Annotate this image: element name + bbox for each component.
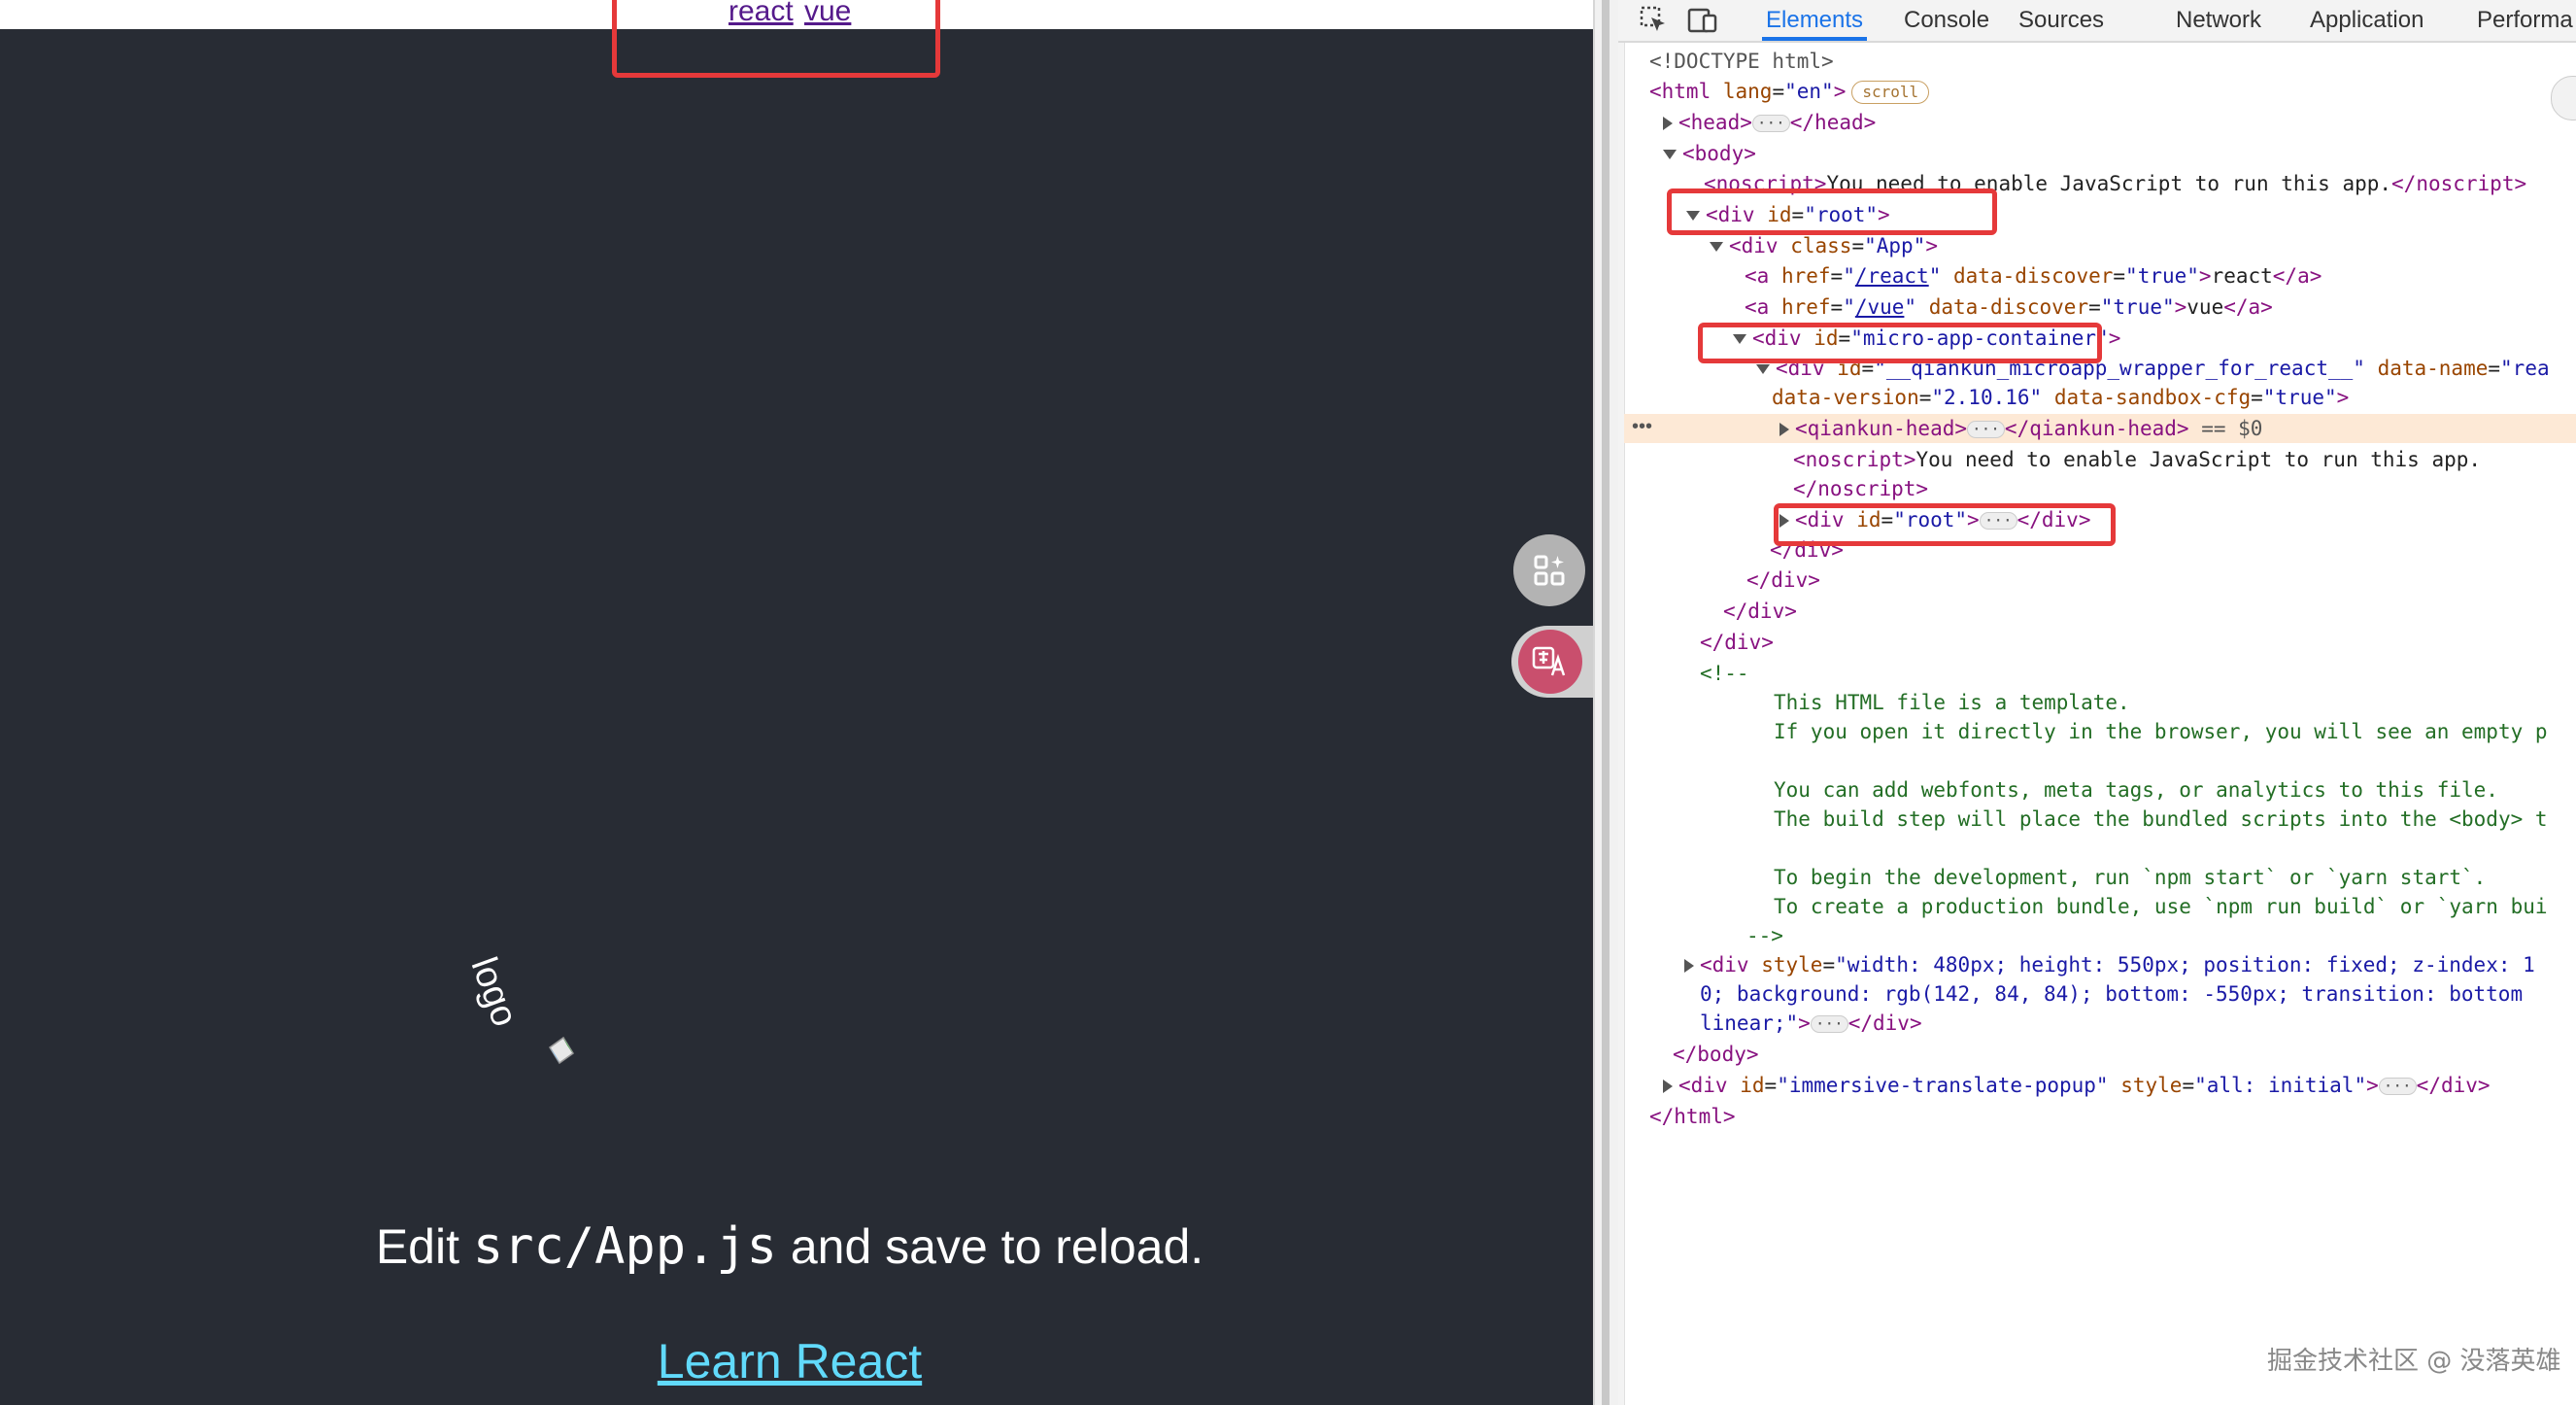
tree-line-body[interactable]: <body>: [1663, 139, 1756, 168]
tree-line-body-close[interactable]: </body>: [1673, 1040, 1759, 1069]
translate-icon: [1532, 646, 1566, 676]
tree-line-html-close[interactable]: </html>: [1649, 1102, 1736, 1131]
tree-line-fixed-div[interactable]: <div style="width: 480px; height: 550px;…: [1684, 950, 2535, 979]
comment-line: To create a production bundle, use `npm …: [1774, 895, 2548, 918]
tab-application[interactable]: Application: [2306, 0, 2427, 41]
comment-line: To begin the development, run `npm start…: [1774, 866, 2487, 889]
noscript-text-inner: You need to enable JavaScript to run thi…: [1915, 448, 2482, 471]
devtools-splitter[interactable]: [1593, 0, 1618, 1405]
tree-line-close-div-2[interactable]: </div>: [1746, 565, 1820, 595]
comment-line: The build step will place the bundled sc…: [1774, 807, 2548, 831]
tree-line-translate-popup[interactable]: <div id="immersive-translate-popup" styl…: [1663, 1071, 2491, 1100]
elements-gutter: [1618, 43, 1625, 1405]
apps-icon: [1534, 555, 1565, 586]
tree-line-fixed-div-end[interactable]: linear;"> ··· </div>: [1700, 1009, 1922, 1038]
tree-line-head[interactable]: <head> ··· </head>: [1663, 108, 1876, 137]
tab-network[interactable]: Network: [2172, 0, 2265, 41]
edit-instruction: Edit src/App.js and save to reload.: [0, 1213, 1579, 1281]
comment-line: This HTML file is a template.: [1774, 691, 2130, 714]
tree-line-a-vue[interactable]: <a href="/vue" data-discover="true">vue<…: [1745, 292, 2273, 322]
selected-marker: == $0: [2188, 417, 2263, 440]
edit-prefix: Edit: [375, 1219, 473, 1274]
highlight-box-nav-links: [612, 0, 940, 78]
device-toolbar-icon[interactable]: [1686, 4, 1719, 37]
tree-line-comment-open[interactable]: <!--: [1700, 659, 1749, 688]
splitter-handle[interactable]: [1602, 0, 1610, 1405]
tree-line-qiankun-head[interactable]: <qiankun-head> ··· </qiankun-head> == $0: [1779, 414, 2262, 443]
tab-sources[interactable]: Sources: [2015, 0, 2108, 41]
comment-line: You can add webfonts, meta tags, or anal…: [1774, 778, 2498, 802]
tree-line-noscript-inner[interactable]: <noscript>You need to enable JavaScript …: [1793, 445, 2481, 474]
devtools-panel: Elements Console Sources Network Applica…: [1618, 0, 2576, 1405]
watermark: 掘金技术社区 @ 没落英雄: [2267, 1347, 2561, 1376]
tab-console[interactable]: Console: [1900, 0, 1993, 41]
apps-button[interactable]: [1513, 534, 1585, 606]
highlight-box-inner-root: [1774, 503, 2116, 546]
style-attr-line: width: 480px; height: 550px; position: f…: [1847, 953, 2535, 977]
tree-line-close-div-3[interactable]: </div>: [1723, 597, 1797, 626]
style-attr-line: linear;: [1700, 1011, 1786, 1035]
tree-line-close-div-4[interactable]: </div>: [1700, 628, 1774, 657]
page-viewport: react vue logo Edit src/App.js and save …: [0, 0, 1593, 1405]
tree-line-comment-close[interactable]: -->: [1746, 921, 1783, 950]
translate-button[interactable]: [1518, 630, 1582, 694]
tree-line-noscript-inner-close[interactable]: </noscript>: [1793, 474, 1928, 503]
style-attr-line: 0; background: rgb(142, 84, 84); bottom:…: [1700, 982, 2524, 1006]
highlight-box-micro-app-container: [1698, 323, 2102, 363]
app-logo: logo: [463, 941, 575, 1077]
comment-line: If you open it directly in the browser, …: [1774, 720, 2548, 743]
tab-performance[interactable]: Performa: [2473, 0, 2576, 41]
devtools-toolbar: Elements Console Sources Network Applica…: [1618, 0, 2576, 43]
node-actions-icon[interactable]: •••: [1632, 416, 1652, 438]
logo-alt-text: logo: [462, 952, 525, 1032]
tree-line-qiankun-wrapper-attrs[interactable]: data-version="2.10.16" data-sandbox-cfg=…: [1772, 383, 2349, 412]
tree-line-html[interactable]: <html lang="en"> scroll: [1649, 77, 1930, 106]
tree-line-doctype[interactable]: <!DOCTYPE html>: [1649, 47, 1834, 76]
tree-line-a-react[interactable]: <a href="/react" data-discover="true">re…: [1745, 261, 2322, 291]
edit-suffix: and save to reload.: [776, 1219, 1204, 1274]
highlight-box-div-root: [1667, 188, 1997, 235]
learn-react-link[interactable]: Learn React: [0, 1327, 1579, 1395]
broken-image-icon: [548, 1036, 575, 1065]
tree-line-div-app[interactable]: <div class="App">: [1710, 231, 1938, 260]
inspect-element-icon[interactable]: [1638, 4, 1671, 37]
edit-code: src/App.js: [472, 1217, 777, 1276]
tab-elements[interactable]: Elements: [1762, 0, 1868, 41]
scroll-badge[interactable]: scroll: [1851, 81, 1930, 104]
